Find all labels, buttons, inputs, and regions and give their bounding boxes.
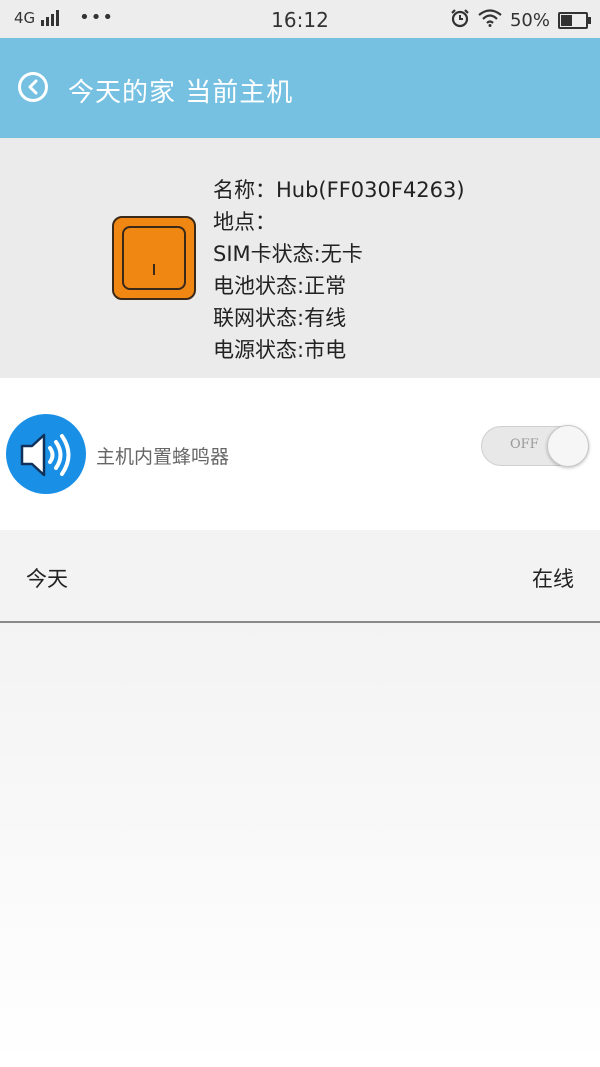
power-status: 电源状态:市电: [213, 338, 347, 362]
buzzer-setting-row: 主机内置蜂鸣器 OFF: [0, 378, 600, 530]
page-title: 今天的家 当前主机: [68, 78, 294, 108]
empty-list-area: [0, 623, 600, 1067]
status-bar-right: 50%: [450, 8, 591, 33]
app-header: 今天的家 当前主机: [0, 38, 600, 138]
buzzer-toggle[interactable]: OFF: [481, 425, 589, 467]
back-button[interactable]: [18, 72, 48, 102]
list-item[interactable]: 今天 在线: [0, 530, 600, 623]
network-status: 联网状态:有线: [213, 306, 347, 330]
sim-status: SIM卡状态:无卡: [213, 242, 363, 266]
wifi-icon: [478, 9, 502, 32]
battery-percent: 50%: [509, 10, 550, 31]
battery-icon: [558, 12, 591, 29]
device-name: 名称：Hub(FF030F4263): [213, 178, 465, 202]
battery-status: 电池状态:正常: [213, 274, 347, 298]
alarm-icon: [450, 8, 470, 33]
toggle-state-text: OFF: [510, 437, 539, 452]
device-info: 名称：Hub(FF030F4263) 地点： SIM卡状态:无卡 电池状态:正常…: [213, 174, 465, 366]
status-bar: 4G ••• 16:12 50%: [0, 0, 600, 38]
speaker-icon: [6, 414, 86, 494]
device-location: 地点：: [213, 210, 276, 234]
buzzer-label: 主机内置蜂鸣器: [96, 446, 230, 468]
list-item-status: 在线: [532, 567, 574, 591]
device-info-section: 名称：Hub(FF030F4263) 地点： SIM卡状态:无卡 电池状态:正常…: [0, 138, 600, 378]
toggle-knob: [547, 425, 589, 467]
hub-device-icon: [112, 216, 196, 300]
chevron-left-icon: [28, 79, 38, 95]
list-item-name: 今天: [26, 567, 68, 591]
